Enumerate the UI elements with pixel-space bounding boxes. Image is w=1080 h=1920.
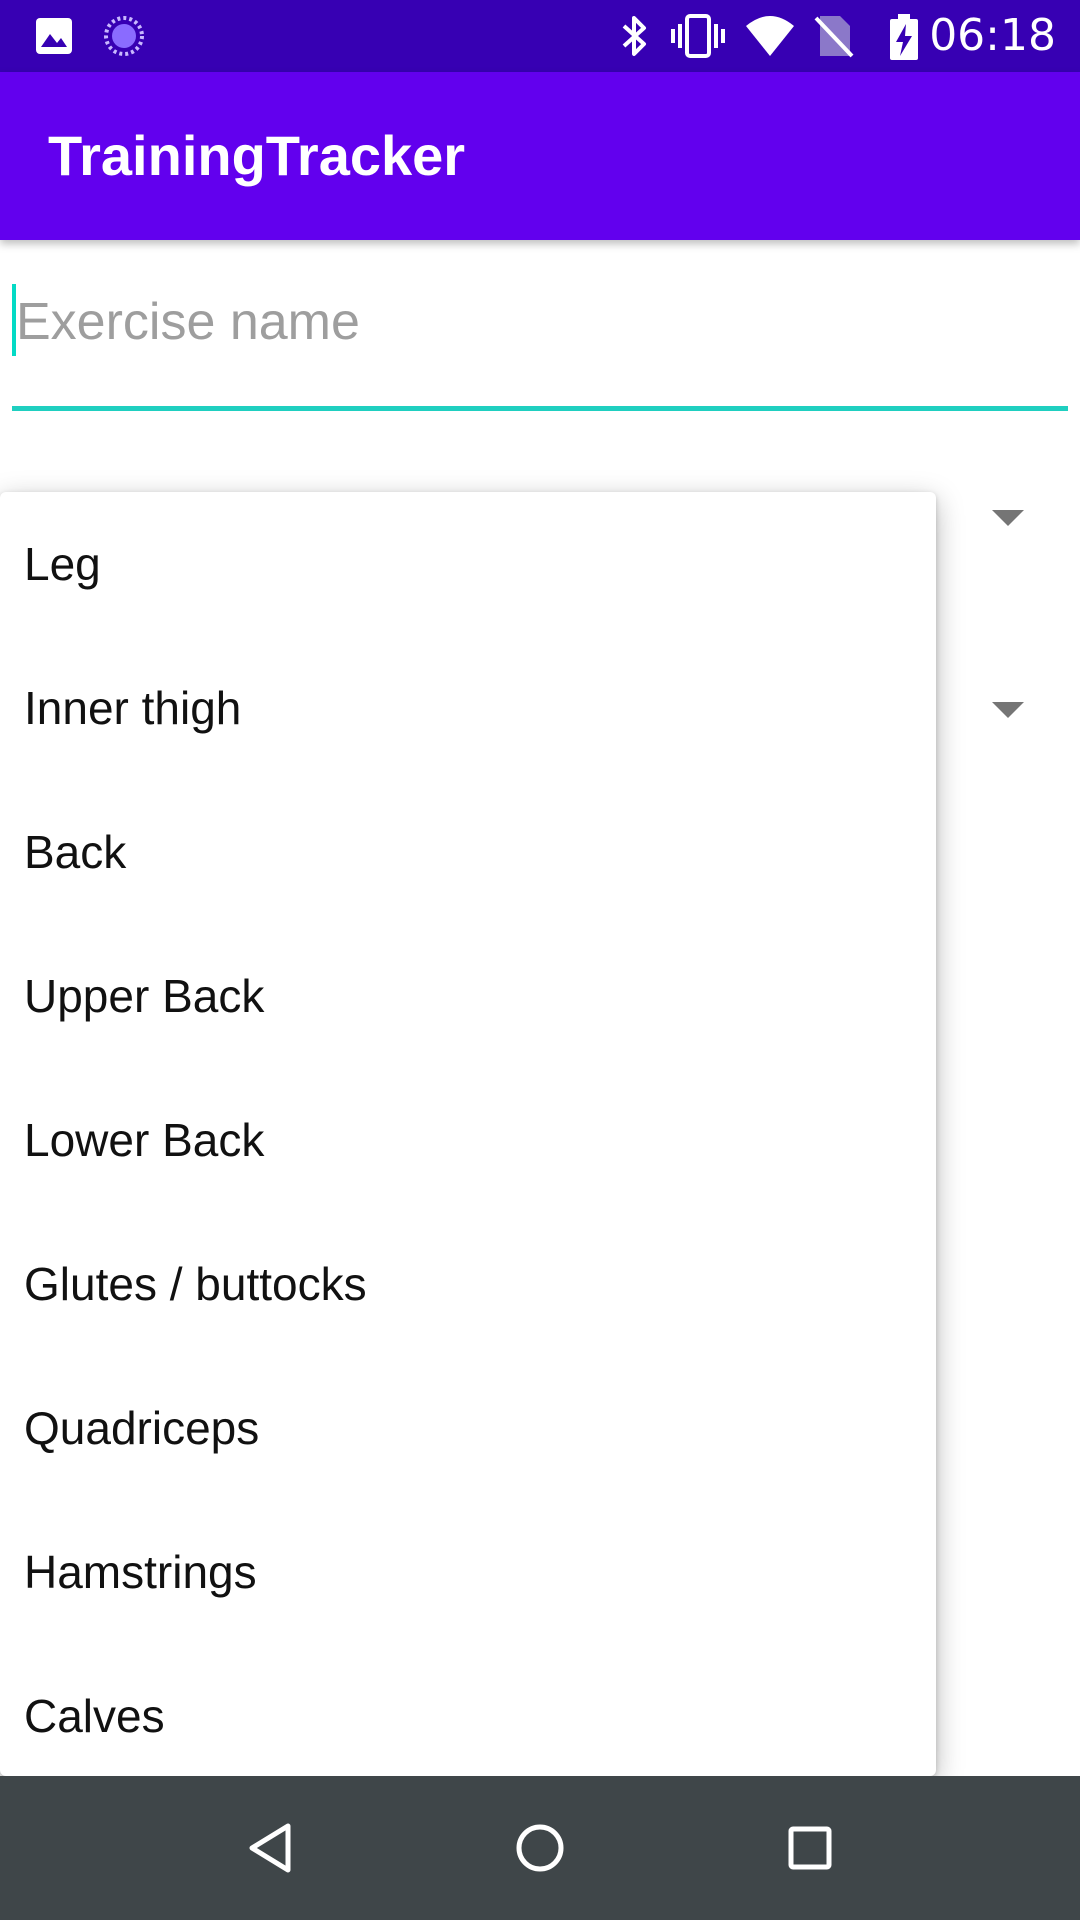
dropdown-item-upper-back[interactable]: Upper Back bbox=[0, 924, 936, 1068]
app-bar: TrainingTracker bbox=[0, 72, 1080, 240]
dropdown-item-calves[interactable]: Calves bbox=[0, 1644, 936, 1776]
spinner-1-dropdown-arrow-icon[interactable] bbox=[992, 510, 1024, 526]
status-clock: 06:18 bbox=[929, 10, 1056, 61]
battery-charging-icon bbox=[888, 12, 920, 62]
text-cursor bbox=[12, 284, 16, 356]
image-icon bbox=[34, 16, 74, 56]
exercise-name-input[interactable] bbox=[12, 278, 1068, 366]
spinner-2-dropdown-arrow-icon[interactable] bbox=[992, 702, 1024, 718]
sync-icon bbox=[102, 14, 146, 58]
back-icon[interactable] bbox=[244, 1820, 296, 1881]
dropdown-item-back[interactable]: Back bbox=[0, 780, 936, 924]
app-title: TrainingTracker bbox=[48, 124, 466, 187]
home-icon[interactable] bbox=[514, 1820, 566, 1881]
no-sim-icon bbox=[814, 12, 854, 60]
dropdown-item-quadriceps[interactable]: Quadriceps bbox=[0, 1356, 936, 1500]
input-underline bbox=[12, 406, 1068, 411]
bluetooth-icon bbox=[618, 14, 650, 58]
dropdown-item-hamstrings[interactable]: Hamstrings bbox=[0, 1500, 936, 1644]
navigation-bar bbox=[0, 1776, 1080, 1920]
status-bar: 06:18 bbox=[0, 0, 1080, 72]
dropdown-item-lower-back[interactable]: Lower Back bbox=[0, 1068, 936, 1212]
recents-icon[interactable] bbox=[784, 1820, 836, 1881]
muscle-group-dropdown: Leg Inner thigh Back Upper Back Lower Ba… bbox=[0, 492, 936, 1776]
exercise-name-field[interactable] bbox=[12, 278, 1068, 411]
dropdown-item-glutes[interactable]: Glutes / buttocks bbox=[0, 1212, 936, 1356]
dropdown-item-inner-thigh[interactable]: Inner thigh bbox=[0, 636, 936, 780]
dropdown-item-leg[interactable]: Leg bbox=[0, 492, 936, 636]
vibrate-icon bbox=[670, 12, 726, 60]
wifi-icon bbox=[744, 14, 796, 58]
